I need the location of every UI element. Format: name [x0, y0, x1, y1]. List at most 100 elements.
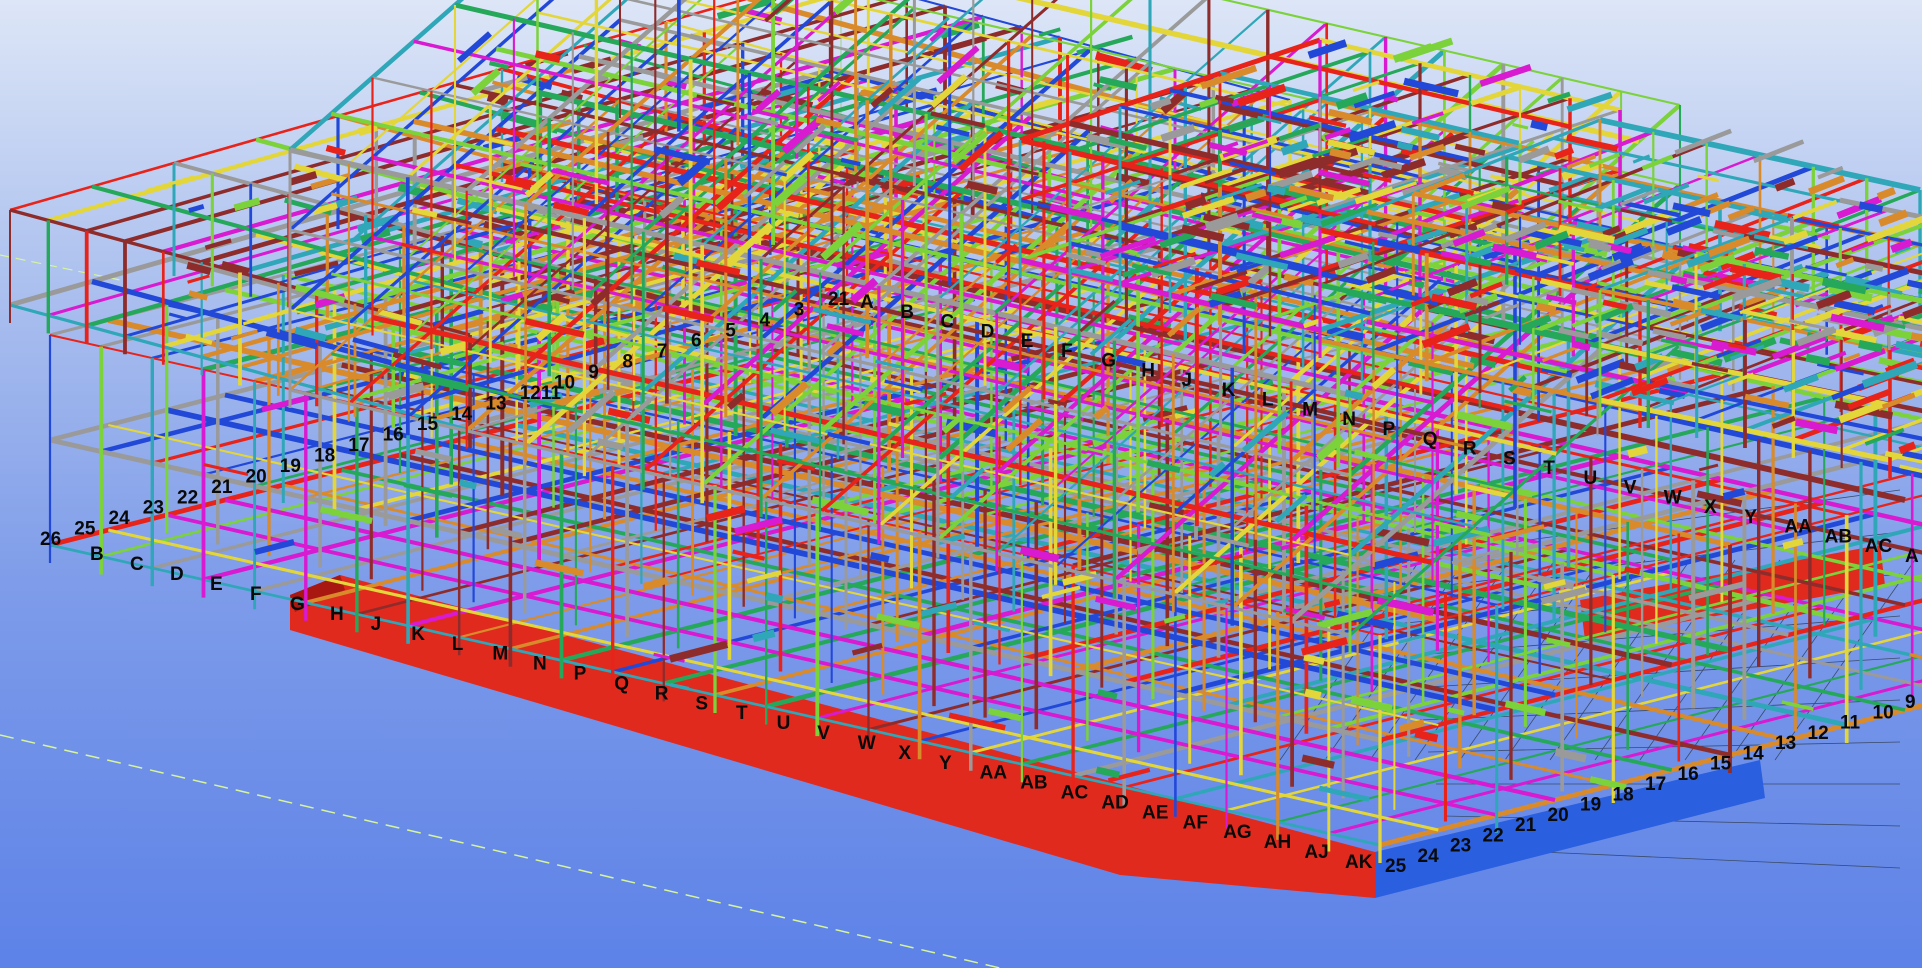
grid-label-letter: N [1342, 409, 1356, 430]
grid-label-letter: F [1061, 341, 1073, 362]
secondary-member[interactable] [188, 203, 205, 213]
grid-label-letter: AJ [1304, 842, 1328, 863]
grid-label-number: 24 [1418, 846, 1440, 867]
secondary-member[interactable] [1864, 262, 1884, 272]
secondary-member[interactable] [1470, 84, 1522, 106]
grid-label-letter: G [1101, 351, 1116, 372]
secondary-member[interactable] [168, 312, 188, 321]
secondary-member[interactable] [357, 123, 379, 137]
secondary-member[interactable] [1795, 418, 1839, 435]
grid-label-number: 14 [1743, 743, 1765, 764]
secondary-member[interactable] [1512, 122, 1529, 130]
secondary-member[interactable] [1400, 125, 1441, 142]
secondary-member[interactable] [1455, 510, 1484, 523]
grid-label-letter: B [900, 302, 914, 323]
secondary-member[interactable] [1530, 119, 1548, 132]
secondary-member[interactable] [1095, 766, 1120, 779]
grid-label-letter: X [1704, 497, 1717, 518]
grid-label-letter: X [898, 743, 911, 764]
grid-label-number: 3 [794, 299, 805, 320]
grid-label-letter: R [1463, 439, 1477, 460]
secondary-member[interactable] [765, 592, 784, 604]
secondary-member[interactable] [233, 197, 261, 212]
secondary-member[interactable] [1858, 201, 1884, 214]
secondary-member[interactable] [1266, 184, 1286, 196]
grid-label-number: 7 [657, 341, 668, 362]
secondary-member[interactable] [325, 144, 346, 157]
grid-label-number: 21 [1515, 815, 1537, 836]
grid-label-number: 26 [40, 529, 61, 550]
grid-label-letter: AH [1264, 832, 1291, 853]
grid-label-letter: J [371, 614, 382, 635]
secondary-member[interactable] [1627, 445, 1648, 458]
grid-label-number: 8 [622, 352, 633, 373]
grid-label-letter: P [574, 664, 587, 685]
secondary-member[interactable] [1588, 240, 1612, 253]
model-viewport[interactable]: 21 3 4 5 6 7 8 9 10 1211 13 14 15 16 17 18 19 20 21 22 23 24 2… [0, 0, 1922, 968]
grid-label-number: 24 [109, 508, 131, 529]
secondary-member[interactable] [1672, 298, 1695, 310]
secondary-member[interactable] [752, 629, 776, 643]
secondary-member[interactable] [1805, 353, 1831, 366]
secondary-member[interactable] [1722, 488, 1746, 501]
secondary-member[interactable] [582, 336, 605, 350]
secondary-member[interactable] [1876, 186, 1896, 201]
secondary-member[interactable] [1670, 275, 1688, 285]
secondary-member[interactable] [869, 552, 890, 563]
grid-label-letter: C [130, 554, 144, 575]
structural-3d-model[interactable]: 2134567891012111314151617181920212223242… [0, 0, 1922, 968]
secondary-member[interactable] [1304, 688, 1322, 700]
grid-label-number: 15 [417, 414, 439, 435]
grid-label-letter: AG [1223, 822, 1252, 843]
secondary-member[interactable] [1511, 385, 1532, 398]
secondary-member[interactable] [1858, 339, 1883, 353]
secondary-member[interactable] [465, 237, 484, 249]
secondary-member[interactable] [1323, 598, 1341, 609]
grid-label-number: 20 [246, 466, 267, 487]
secondary-member[interactable] [491, 526, 523, 539]
grid-label-letter: E [210, 574, 223, 595]
grid-label-letter: D [170, 564, 184, 585]
secondary-member[interactable] [1097, 689, 1118, 700]
secondary-member[interactable] [230, 329, 259, 341]
secondary-member[interactable] [1781, 700, 1814, 712]
grid-label-letter: U [777, 713, 791, 734]
secondary-member[interactable] [1329, 147, 1352, 160]
secondary-member[interactable] [254, 539, 295, 556]
secondary-member[interactable] [987, 707, 1022, 722]
secondary-member[interactable] [1782, 537, 1804, 550]
grid-label-number: 21 [828, 289, 850, 310]
secondary-member[interactable] [1454, 143, 1486, 156]
secondary-member[interactable] [1571, 340, 1591, 352]
grid-label-letter: J [1182, 370, 1193, 391]
secondary-member[interactable] [1344, 389, 1364, 401]
secondary-member[interactable] [1535, 302, 1557, 314]
grid-label-letter: V [817, 723, 830, 744]
secondary-member[interactable] [1396, 141, 1414, 152]
secondary-member[interactable] [1354, 449, 1388, 462]
grid-label-letter: M [1302, 400, 1318, 421]
secondary-member[interactable] [187, 274, 210, 284]
secondary-member[interactable] [1878, 209, 1909, 227]
secondary-member[interactable] [242, 309, 288, 326]
grid-label-letter: Q [614, 673, 629, 694]
grid-label-letter: AC [1061, 783, 1089, 804]
grid-label-letter: T [736, 703, 748, 724]
secondary-member[interactable] [1554, 747, 1587, 763]
secondary-member[interactable] [458, 479, 477, 490]
secondary-member[interactable] [1303, 653, 1325, 665]
grid-label-number: 22 [1483, 825, 1504, 846]
secondary-member[interactable] [1160, 123, 1196, 143]
grid-label-letter: Y [939, 753, 952, 774]
grid-label-number: 16 [1678, 764, 1699, 785]
grid-label-letter: S [1503, 448, 1516, 469]
secondary-member[interactable] [1624, 566, 1641, 575]
grid-label-letter: AC [1865, 536, 1893, 557]
grid-label-letter: AA [1784, 517, 1812, 538]
secondary-member[interactable] [288, 170, 318, 186]
secondary-member[interactable] [145, 175, 194, 193]
grid-label-number: 18 [1613, 784, 1634, 805]
grid-label-letter: F [250, 584, 262, 605]
secondary-member[interactable] [1447, 707, 1465, 716]
secondary-member[interactable] [1414, 729, 1439, 743]
